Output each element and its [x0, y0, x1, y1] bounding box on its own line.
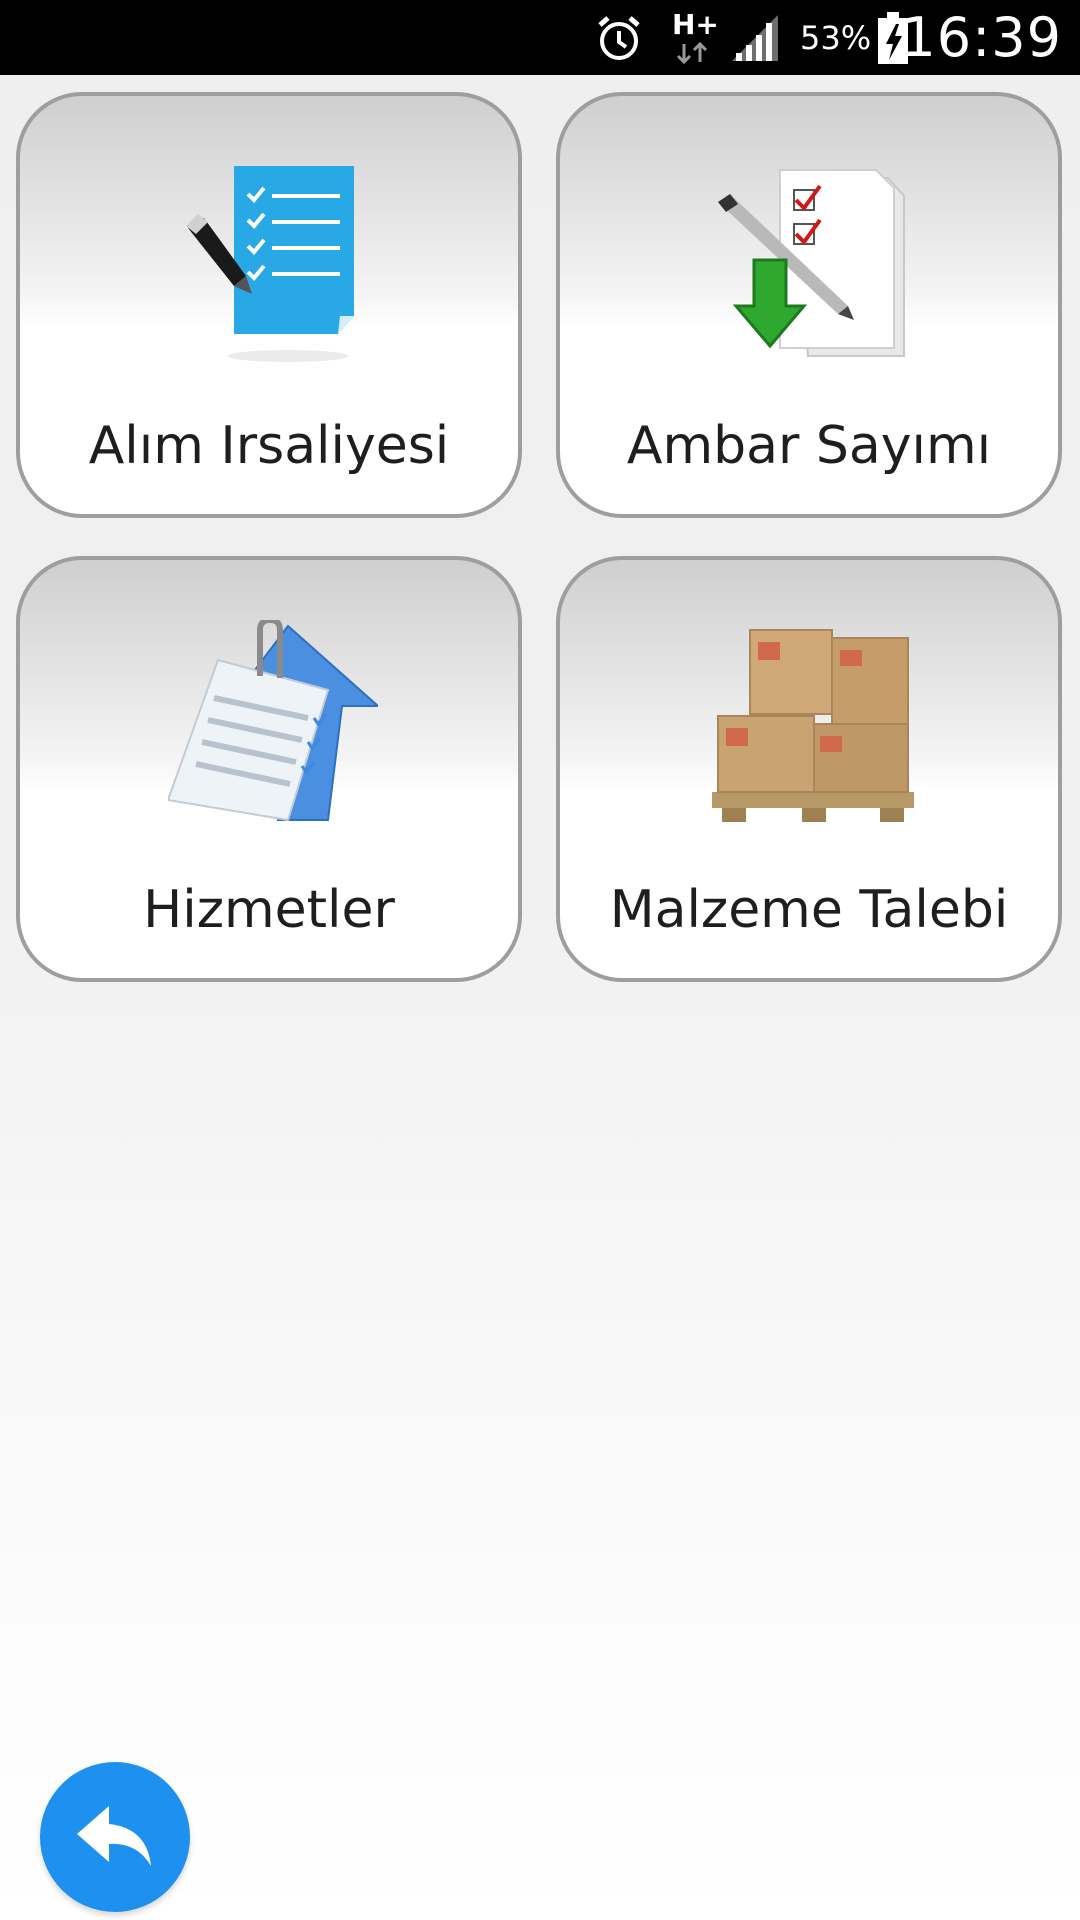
ambar-sayimi-label: Ambar Sayımı: [626, 416, 992, 476]
hizmetler-button[interactable]: Hizmetler: [16, 556, 522, 982]
battery-percent: 53%: [800, 18, 872, 57]
alarm-icon: [594, 0, 644, 75]
malzeme-talebi-button[interactable]: Malzeme Talebi: [556, 556, 1062, 982]
back-button[interactable]: [40, 1762, 190, 1912]
svg-text:H+: H+: [672, 8, 716, 41]
inventory-count-icon: [708, 156, 918, 366]
status-bar: H+ 53% 16:39: [0, 0, 1080, 75]
services-document-icon: [166, 616, 381, 830]
network-h-plus-icon: H+: [672, 0, 716, 75]
boxes-pallet-icon: [708, 620, 918, 830]
ambar-sayimi-button[interactable]: Ambar Sayımı: [556, 92, 1062, 518]
reply-back-icon: [75, 1800, 155, 1872]
checklist-document-icon: [168, 156, 378, 366]
signal-icon: [730, 0, 780, 75]
malzeme-talebi-label: Malzeme Talebi: [609, 880, 1009, 940]
alim-irsaliyesi-label: Alım Irsaliyesi: [88, 416, 450, 476]
alim-irsaliyesi-button[interactable]: Alım Irsaliyesi: [16, 92, 522, 518]
status-time: 16:39: [901, 6, 1062, 69]
hizmetler-label: Hizmetler: [143, 880, 395, 940]
